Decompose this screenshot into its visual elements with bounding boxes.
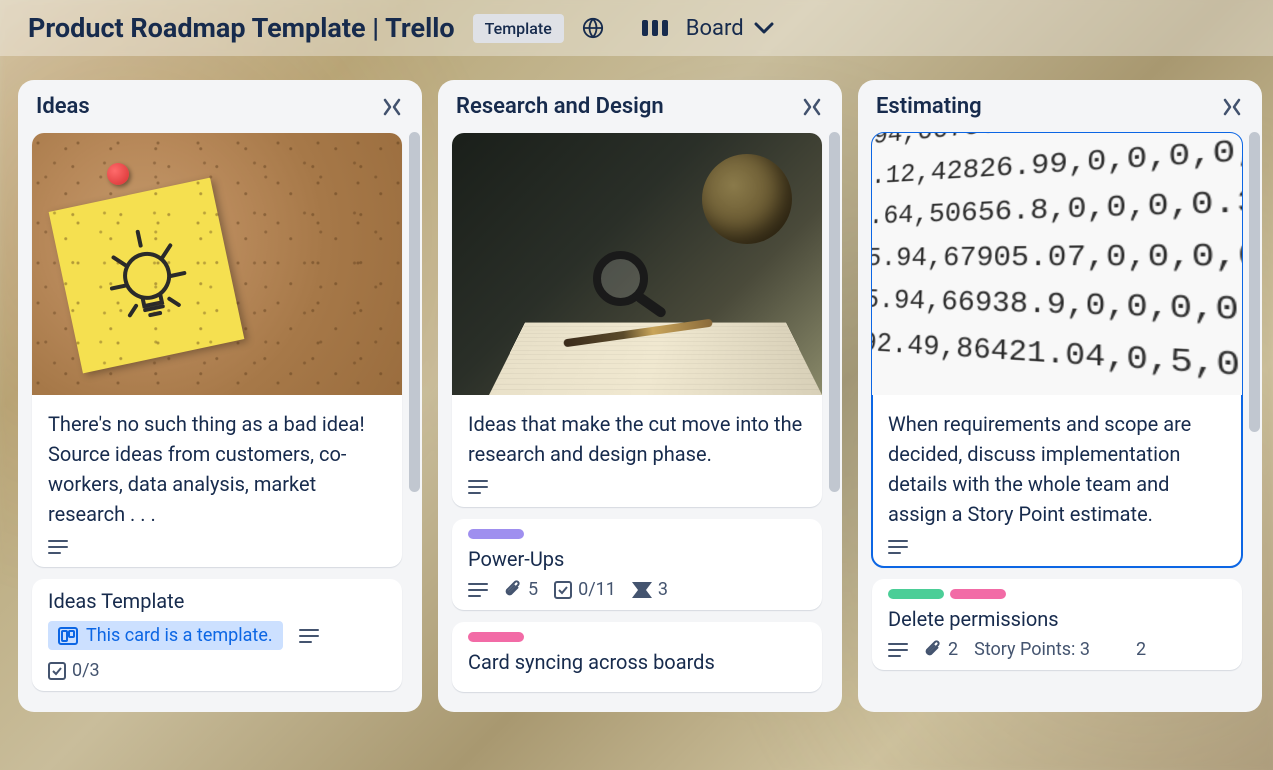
board-view-icon [642,17,668,39]
description-icon [468,582,488,598]
description-icon [299,628,319,644]
card-title: Card syncing across boards [468,650,806,674]
card-delete-permissions[interactable]: Delete permissions 2 Story Points: 3 2 [872,579,1242,670]
card-cover-image [32,133,402,395]
attachments-count: 2 [948,639,958,660]
card-power-ups[interactable]: Power-Ups 5 0/11 3 [452,519,822,610]
card-text: There's no such thing as a bad idea! Sou… [48,409,386,529]
list-title[interactable]: Estimating [876,94,982,119]
label-pink[interactable] [468,632,524,642]
card-labels [468,632,806,642]
sticky-note [49,178,245,374]
list-estimating: Estimating .94,66755.39,0,0,0,0, 9.12,42… [858,80,1262,712]
description-icon [888,642,908,658]
label-purple[interactable] [468,529,524,539]
list-header: Estimating [872,94,1254,133]
card-ideas-template[interactable]: Ideas Template This card is a template. … [32,579,402,691]
list-title[interactable]: Research and Design [456,94,664,119]
view-label: Board [686,16,744,41]
label-green[interactable] [888,589,944,599]
magnifier-icon [593,251,648,306]
board-lists-container: Ideas There's no such th [0,56,1273,736]
list-title[interactable]: Ideas [36,94,90,119]
collapse-list-icon[interactable] [378,98,406,116]
list-header: Ideas [32,94,414,133]
pin-icon [107,163,129,185]
card-text: Ideas that make the cut move into the re… [468,409,806,469]
label-pink[interactable] [950,589,1006,599]
list-scrollbar[interactable] [829,132,840,492]
extra-number: 2 [1136,639,1146,660]
card-labels [888,589,1226,599]
globe-object [702,154,792,244]
card-title: Power-Ups [468,547,806,571]
board-header: Product Roadmap Template | Trello Templa… [0,0,1273,56]
checklist-badge: 0/11 [554,579,616,600]
list-research-design: Research and Design Ideas that make the … [438,80,842,712]
checklist-badge: 0/3 [48,660,100,681]
template-chip-label: This card is a template. [86,625,273,646]
list-scrollbar[interactable] [409,132,420,492]
chevron-down-icon [754,22,774,34]
card-title: Ideas Template [48,589,386,613]
checklist-count: 0/11 [578,579,616,600]
card-title: Delete permissions [888,607,1226,631]
list-header: Research and Design [452,94,834,133]
card-ideas-intro[interactable]: There's no such thing as a bad idea! Sou… [32,133,402,567]
template-card-badge: This card is a template. [48,621,283,650]
card-labels [468,529,806,539]
description-icon [48,539,68,555]
card-estimating-intro[interactable]: .94,66755.39,0,0,0,0, 9.12,42826.99,0,0,… [872,133,1242,567]
template-badge[interactable]: Template [473,14,564,43]
board-title[interactable]: Product Roadmap Template | Trello [28,12,455,44]
card-syncing[interactable]: Card syncing across boards [452,622,822,692]
attachments-count: 5 [528,579,538,600]
collapse-list-icon[interactable] [798,98,826,116]
description-icon [468,479,488,495]
attachments-badge: 5 [504,579,538,600]
story-points-badge: Story Points: 3 [974,639,1090,660]
attachments-badge: 2 [924,639,958,660]
card-cover-image [452,133,822,395]
list-scrollbar[interactable] [1249,132,1260,432]
custom-count: 3 [658,579,668,600]
view-switcher[interactable]: Board [686,16,774,41]
description-icon [888,539,908,555]
list-ideas: Ideas There's no such th [18,80,422,712]
checklist-count: 0/3 [72,660,100,681]
numbers-overlay: .94,66755.39,0,0,0,0, 9.12,42826.99,0,0,… [872,133,1242,395]
card-cover-image: .94,66755.39,0,0,0,0, 9.12,42826.99,0,0,… [872,133,1242,395]
card-research-intro[interactable]: Ideas that make the cut move into the re… [452,133,822,507]
card-text: When requirements and scope are decided,… [888,409,1226,529]
custom-badge: 3 [632,579,668,600]
visibility-globe-icon[interactable] [582,17,604,39]
collapse-list-icon[interactable] [1218,98,1246,116]
